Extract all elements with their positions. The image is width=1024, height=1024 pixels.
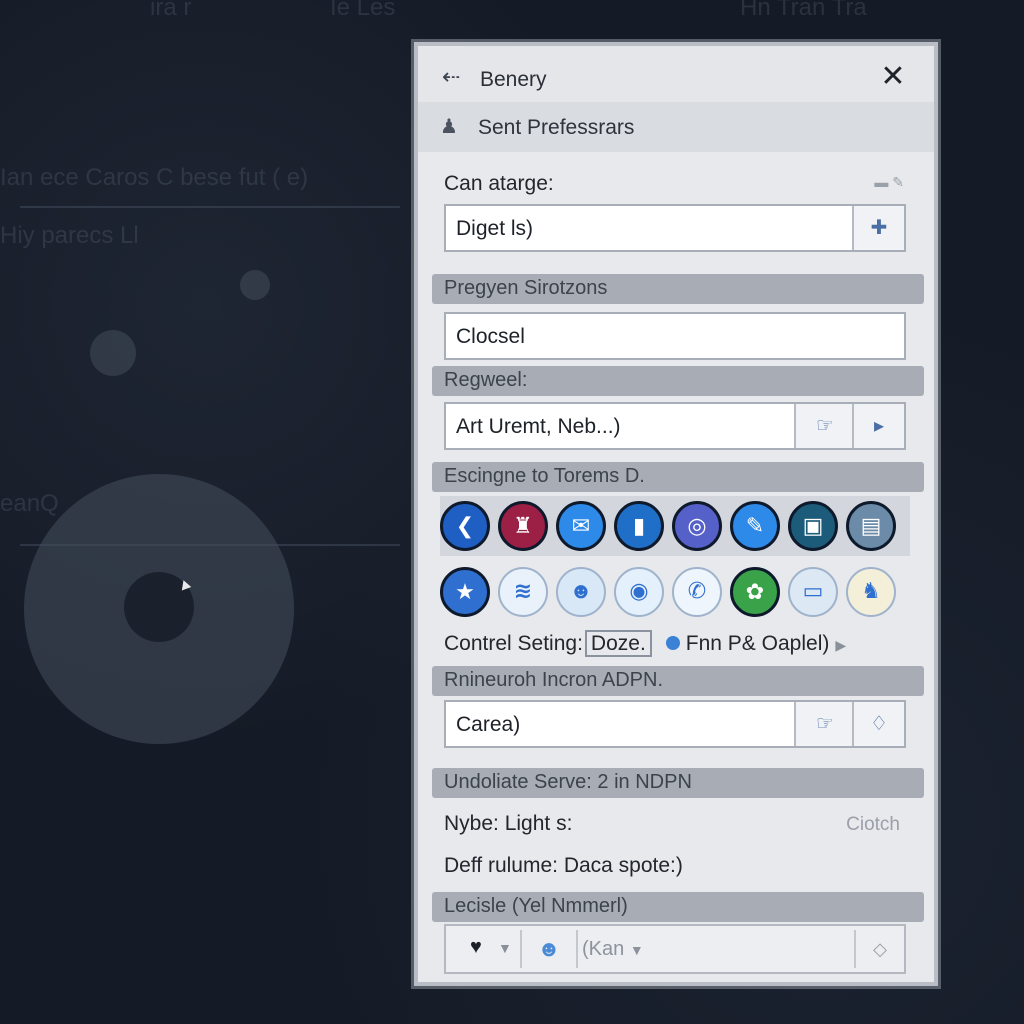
- bottom-select[interactable]: (Kan ▼: [582, 938, 644, 961]
- dialog-content: Can atarge: ▬ ✎ Diget ls) ✚ Pregyen Siro…: [418, 152, 934, 982]
- chevron-left-app-icon[interactable]: ❮: [440, 501, 490, 551]
- character-app-icon[interactable]: ☻: [556, 567, 606, 617]
- arrow-left-icon[interactable]: ⇠: [442, 64, 460, 90]
- wifi-app-icon[interactable]: ≋: [498, 567, 548, 617]
- bg-blob: [240, 270, 270, 300]
- closel-field[interactable]: Clocsel: [444, 312, 906, 360]
- search-app-icon[interactable]: ◉: [614, 567, 664, 617]
- bg-text: ira r: [150, 0, 192, 21]
- bottom-select-label: (Kan: [582, 938, 625, 960]
- dialog-subheader: ♟ Sent Prefessrars: [418, 102, 934, 152]
- bg-text: Ie Les: [330, 0, 396, 21]
- gallery-app-icon[interactable]: ▤: [846, 501, 896, 551]
- fnn-label: Fnn P& Oaplel): [685, 632, 830, 655]
- plus-cross-icon[interactable]: ✚: [852, 206, 904, 250]
- section-header: Lecisle (Yel Nmmerl): [432, 892, 924, 922]
- closel-value: Clocsel: [456, 325, 525, 348]
- bottom-toolbar: ♥ ▼ ☻ (Kan ▼ ◇: [444, 924, 906, 974]
- red-bag-app-icon[interactable]: ♜: [498, 501, 548, 551]
- dialog-subtitle: Sent Prefessrars: [478, 116, 635, 139]
- person-icon[interactable]: ☻: [520, 930, 578, 968]
- section-title: Pregyen Sirotzons: [444, 277, 608, 299]
- nybe-value[interactable]: Ciotch: [846, 814, 900, 836]
- star-app-icon[interactable]: ★: [440, 567, 490, 617]
- art-value: Art Uremt, Neb...): [456, 415, 621, 438]
- section-header: Escingne to Torems D.: [432, 462, 924, 492]
- flower-app-icon[interactable]: ✿: [730, 567, 780, 617]
- section-header: Pregyen Sirotzons: [432, 274, 924, 304]
- bg-text: Ian ece Caros C bese fut ( e): [0, 164, 309, 191]
- chevron-down-icon[interactable]: ▼: [498, 940, 512, 956]
- section-header: Rnineuroh Incron ADPN.: [432, 666, 924, 696]
- section-title: Lecisle (Yel Nmmerl): [444, 895, 628, 917]
- dialog-title: Benery: [480, 68, 547, 91]
- control-setting-row: Contrel Seting: Doze. Fnn P& Oaplel) ▶: [444, 630, 924, 657]
- digest-value: Diget ls): [456, 217, 534, 240]
- art-field[interactable]: Art Uremt, Neb...) ☞ ▸: [444, 402, 906, 450]
- can-atarge-label: Can atarge:: [444, 172, 554, 195]
- carea-value: Carea): [456, 713, 521, 736]
- bg-text: eanQ: [0, 490, 59, 517]
- radio-dot-icon[interactable]: [665, 635, 680, 650]
- user-icon: ♟: [440, 116, 458, 138]
- chevron-right-icon[interactable]: ▶: [835, 637, 846, 653]
- section-header: Regweel:: [432, 366, 924, 396]
- carea-field[interactable]: Carea) ☞ ♢: [444, 700, 906, 748]
- hand-pointer-icon[interactable]: ☞: [794, 702, 854, 746]
- bg-divider: [20, 206, 400, 208]
- bg-blob: [90, 330, 136, 376]
- ring-app-icon[interactable]: ◎: [672, 501, 722, 551]
- deff-label: Deff rulume: Daca spote:): [444, 854, 683, 877]
- document-app-icon[interactable]: ▣: [788, 501, 838, 551]
- pen-app-icon[interactable]: ✎: [730, 501, 780, 551]
- settings-dialog: ⇠ Benery ✕ ♟ Sent Prefessrars Can atarge…: [414, 42, 938, 986]
- close-icon[interactable]: ✕: [876, 60, 910, 94]
- bg-text: Hiy parecs Ll: [0, 222, 139, 249]
- section-title: Rnineuroh Incron ADPN.: [444, 669, 664, 691]
- section-title: Escingne to Torems D.: [444, 465, 645, 487]
- section-title: Undoliate Serve: 2 in NDPN: [444, 771, 692, 793]
- monitor-app-icon[interactable]: ▭: [788, 567, 838, 617]
- hand-pointer-icon[interactable]: ☞: [794, 404, 854, 448]
- section-header: Undoliate Serve: 2 in NDPN: [432, 768, 924, 798]
- digest-field[interactable]: Diget ls) ✚: [444, 204, 906, 252]
- heart-icon[interactable]: ♥: [470, 936, 482, 959]
- control-setting-value[interactable]: Doze.: [584, 630, 652, 657]
- section-title: Regweel:: [444, 369, 528, 391]
- edit-tools-icon[interactable]: ▬ ✎: [874, 174, 904, 191]
- pet-app-icon[interactable]: ♞: [846, 567, 896, 617]
- nybe-label: Nybe: Light s:: [444, 812, 573, 835]
- elephant-icon[interactable]: ♢: [852, 702, 904, 746]
- phone-app-icon[interactable]: ▮: [614, 501, 664, 551]
- chat-bubble-app-icon[interactable]: ✉: [556, 501, 606, 551]
- play-icon[interactable]: ▸: [852, 404, 904, 448]
- phone-call-app-icon[interactable]: ✆: [672, 567, 722, 617]
- app-icon-row: ❮ ♜ ✉ ▮ ◎ ✎ ▣ ▤: [440, 496, 910, 556]
- diamond-icon[interactable]: ◇: [854, 930, 904, 968]
- chevron-down-icon: ▼: [629, 942, 644, 958]
- control-setting-label: Contrel Seting:: [444, 632, 583, 655]
- bg-text: Hn Tran Tra: [740, 0, 867, 21]
- dialog-titlebar: ⇠ Benery ✕: [418, 46, 934, 102]
- app-icon-row: ★ ≋ ☻ ◉ ✆ ✿ ▭ ♞: [440, 562, 910, 622]
